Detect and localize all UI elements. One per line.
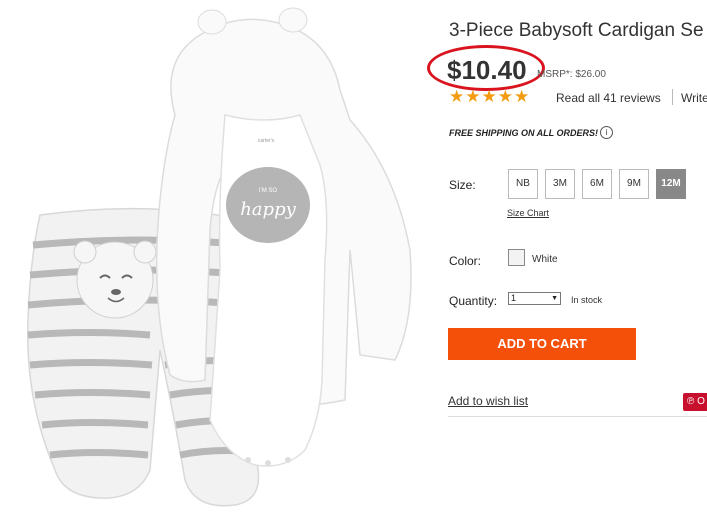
info-icon[interactable]: i bbox=[600, 126, 613, 139]
color-value: White bbox=[532, 254, 558, 265]
pinterest-button[interactable]: ℗ O bbox=[683, 393, 707, 411]
rating-stars: ★★★★★ bbox=[449, 87, 531, 106]
stock-status: In stock bbox=[571, 295, 603, 305]
size-option-6m[interactable]: 6M bbox=[582, 169, 612, 199]
size-label: Size: bbox=[449, 178, 476, 192]
bodysuit: I'M SO happy carter's bbox=[209, 114, 328, 467]
msrp-price: MSRP*: $26.00 bbox=[537, 69, 606, 80]
product-image: I'M SO happy carter's bbox=[26, 7, 412, 507]
onesie-text: happy bbox=[240, 199, 296, 220]
divider bbox=[448, 416, 707, 417]
onesie-text-small: I'M SO bbox=[259, 188, 277, 194]
add-to-wish-list-link[interactable]: Add to wish list bbox=[448, 394, 528, 408]
size-option-3m[interactable]: 3M bbox=[545, 169, 575, 199]
quantity-value: 1 bbox=[511, 293, 517, 303]
size-option-nb[interactable]: NB bbox=[508, 169, 538, 199]
price-highlight-circle bbox=[427, 45, 545, 91]
free-shipping-notice: FREE SHIPPING ON ALL ORDERS! bbox=[449, 128, 599, 138]
write-review-link[interactable]: Write bbox=[681, 91, 707, 105]
tag-text: carter's bbox=[258, 138, 275, 144]
chevron-down-icon: ▼ bbox=[551, 295, 558, 302]
read-reviews-link[interactable]: Read all 41 reviews bbox=[556, 91, 661, 105]
color-swatch-white[interactable] bbox=[508, 249, 525, 266]
size-option-9m[interactable]: 9M bbox=[619, 169, 649, 199]
quantity-select[interactable]: 1 ▼ bbox=[508, 292, 561, 305]
size-option-12m[interactable]: 12M bbox=[656, 169, 686, 199]
add-to-cart-button[interactable]: ADD TO CART bbox=[448, 328, 636, 360]
color-label: Color: bbox=[449, 254, 482, 268]
product-title: 3-Piece Babysoft Cardigan Se bbox=[449, 20, 704, 41]
separator bbox=[672, 89, 673, 105]
quantity-label: Quantity: bbox=[449, 294, 498, 308]
size-chart-link[interactable]: Size Chart bbox=[507, 208, 549, 218]
